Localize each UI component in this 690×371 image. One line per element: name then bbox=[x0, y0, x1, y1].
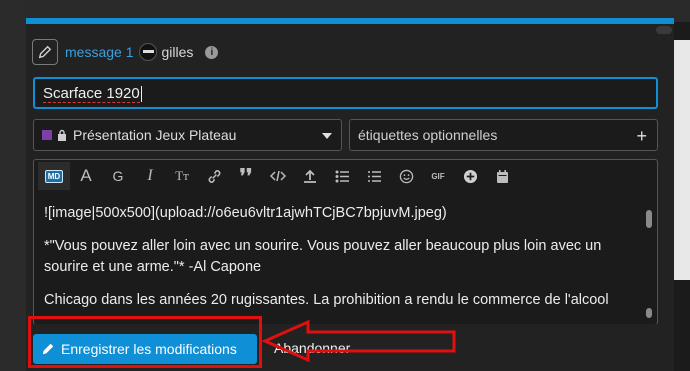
editor[interactable]: MD A G I Tт ❜❜ GIF ![image|500x500](uplo… bbox=[33, 159, 658, 325]
bold-button[interactable]: G bbox=[102, 162, 134, 190]
text-caret bbox=[140, 86, 142, 103]
edit-mode-button[interactable] bbox=[32, 39, 58, 65]
gif-button[interactable]: GIF bbox=[422, 162, 454, 190]
avatar bbox=[139, 43, 158, 61]
annotation-arrow bbox=[262, 319, 456, 363]
editor-content[interactable]: ![image|500x500](upload://o6eu6vltr1ajwh… bbox=[34, 192, 657, 311]
upload-icon bbox=[304, 169, 316, 183]
composer-collapse-handle[interactable] bbox=[656, 26, 672, 34]
code-icon bbox=[270, 170, 286, 182]
add-button[interactable] bbox=[454, 162, 486, 190]
pencil-icon bbox=[38, 45, 52, 59]
category-color-swatch bbox=[42, 130, 52, 140]
italic-button[interactable]: I bbox=[134, 162, 166, 190]
heading-button[interactable]: Tт bbox=[166, 162, 198, 190]
scrollbar-thumb[interactable] bbox=[646, 210, 652, 228]
title-input[interactable]: Scarface 1920 bbox=[33, 77, 658, 109]
page: message 1 gilles i Scarface 1920 Présent… bbox=[0, 0, 690, 371]
quote-button[interactable]: ❜❜ bbox=[230, 162, 262, 190]
plus-icon[interactable]: + bbox=[636, 126, 647, 147]
caret-down-icon bbox=[322, 133, 332, 139]
username[interactable]: gilles bbox=[161, 44, 193, 60]
tags-input[interactable]: étiquettes optionnelles + bbox=[349, 119, 658, 151]
code-button[interactable] bbox=[262, 162, 294, 190]
emoji-icon bbox=[399, 169, 413, 183]
font-size-button[interactable]: A bbox=[70, 162, 102, 190]
plus-circle-icon bbox=[463, 169, 477, 183]
ordered-list-icon bbox=[367, 170, 381, 182]
markdown-icon: MD bbox=[44, 169, 64, 183]
annotation-highlight-box bbox=[28, 316, 262, 368]
category-value: Présentation Jeux Plateau bbox=[73, 127, 237, 143]
emoji-button[interactable] bbox=[390, 162, 422, 190]
editor-toolbar: MD A G I Tт ❜❜ GIF bbox=[34, 160, 657, 192]
editor-line: Chicago dans les années 20 rugissantes. … bbox=[44, 292, 609, 308]
message-link[interactable]: message 1 bbox=[65, 44, 133, 60]
tags-placeholder: étiquettes optionnelles bbox=[358, 127, 498, 143]
link-icon bbox=[208, 169, 220, 183]
lock-icon bbox=[58, 129, 66, 141]
composer-header: message 1 gilles i bbox=[32, 39, 219, 65]
ordered-list-button[interactable] bbox=[358, 162, 390, 190]
title-value: Scarface 1920 bbox=[43, 85, 140, 103]
bullet-list-icon bbox=[335, 170, 349, 182]
upload-button[interactable] bbox=[294, 162, 326, 190]
markdown-toggle-button[interactable]: MD bbox=[38, 162, 70, 190]
editor-line: ![image|500x500](upload://o6eu6vltr1ajwh… bbox=[44, 205, 447, 221]
category-select[interactable]: Présentation Jeux Plateau bbox=[33, 119, 342, 151]
link-button[interactable] bbox=[198, 162, 230, 190]
info-icon[interactable]: i bbox=[205, 45, 219, 59]
calendar-button[interactable] bbox=[486, 162, 518, 190]
background-left bbox=[0, 0, 26, 371]
bullet-list-button[interactable] bbox=[326, 162, 358, 190]
editor-line: *"Vous pouvez aller loin avec un sourire… bbox=[44, 238, 602, 275]
calendar-icon bbox=[496, 169, 508, 183]
scrollbar-thumb-bottom[interactable] bbox=[646, 308, 652, 318]
